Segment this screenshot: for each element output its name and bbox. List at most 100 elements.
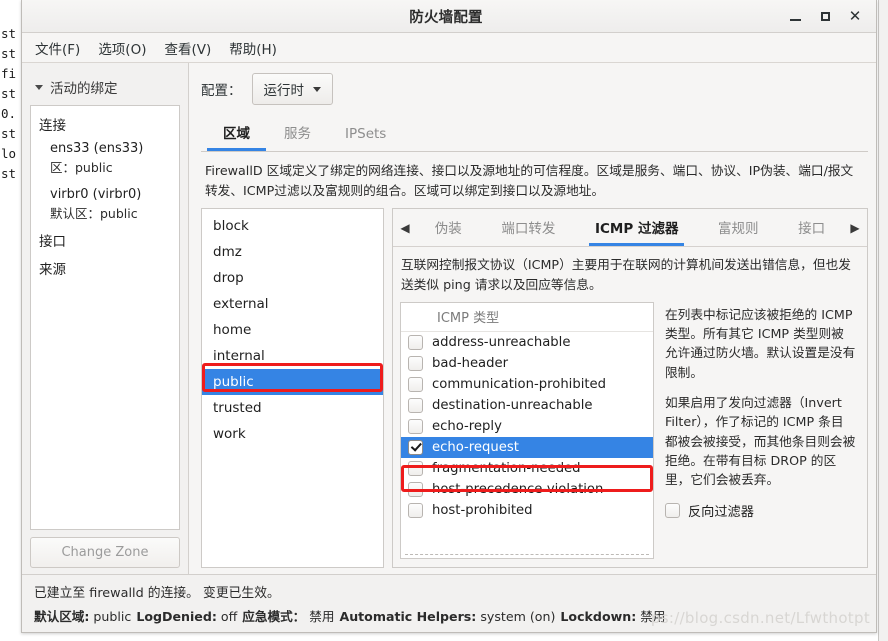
chevron-left-icon[interactable]: ◀	[395, 211, 415, 245]
tab-services[interactable]: 服务	[268, 115, 327, 151]
icmp-rows: address-unreachable bad-header communicati…	[401, 332, 653, 554]
binding-item-virbr0[interactable]: virbr0 (virbr0) 默认区：public	[39, 187, 171, 222]
active-bindings-pane: 活动的绑定 连接 ens33 (ens33) 区：public virbr0 (…	[22, 63, 189, 574]
icmp-type-row[interactable]: bad-header	[401, 353, 653, 374]
status-field-label: 应急模式：	[242, 609, 306, 624]
status-field-value: off	[216, 609, 238, 624]
active-bindings-title: 活动的绑定	[50, 81, 118, 97]
zone-item-internal[interactable]: internal	[202, 343, 383, 369]
menubar: 文件(F) 选项(O) 查看(V) 帮助(H)	[22, 33, 876, 63]
statusbar: 已建立至 firewalld 的连接。 变更已生效。 默认区域: public L…	[22, 574, 876, 632]
background-text-line: st	[1, 126, 17, 141]
zone-settings-panel: ◀ 伪装 端口转发 ICMP 过滤器 富规则 接口 ▶ 互联网控制报文协议（ICMP）主…	[392, 208, 868, 568]
zone-list[interactable]: block dmz drop external home internal public tr…	[201, 208, 384, 568]
status-fields: 默认区域: public LogDenied: off 应急模式： 禁用 Automa…	[32, 605, 866, 626]
binding-zone: 区：public	[50, 160, 113, 175]
icmp-help-paragraph-2: 如果启用了发向过滤器（Invert Filter），作了标记的 ICMP 条目都…	[665, 394, 856, 488]
zone-item-public[interactable]: public	[202, 369, 383, 396]
zone-item-home[interactable]: home	[202, 317, 383, 343]
change-zone-button[interactable]: Change Zone	[30, 537, 180, 568]
status-field-label: Automatic Helpers:	[339, 609, 477, 624]
icmp-type-label: host-prohibited	[432, 502, 533, 518]
status-field-value: public	[89, 609, 132, 624]
icmp-type-row[interactable]: communication-prohibited	[401, 374, 653, 395]
icmp-help-pane: 在列表中标记应该被拒绝的 ICMP 类型。所有其它 ICMP 类型则被允许通过防…	[663, 302, 860, 559]
menu-view[interactable]: 查看(V)	[155, 34, 220, 62]
active-bindings-header[interactable]: 活动的绑定	[30, 71, 180, 105]
icmp-type-list[interactable]: ICMP 类型 address-unreachable bad-header com…	[400, 301, 654, 559]
zone-item-external[interactable]: external	[202, 291, 383, 317]
icmp-checkbox-host-precedence-violation[interactable]	[408, 481, 423, 497]
bindings-group-interfaces: 接口	[39, 234, 66, 250]
configuration-select[interactable]: 运行时	[251, 73, 333, 105]
bindings-list[interactable]: 连接 ens33 (ens33) 区：public virbr0 (virbr0…	[30, 105, 180, 530]
status-field-label: LogDenied:	[136, 609, 217, 624]
zone-tab-接口[interactable]: 接口	[792, 209, 831, 246]
tab-zones[interactable]: 区域	[207, 115, 266, 151]
zone-item-trusted[interactable]: trusted	[202, 395, 383, 421]
status-field-label: Lockdown:	[560, 609, 637, 624]
icmp-help-paragraph-1: 在列表中标记应该被拒绝的 ICMP 类型。所有其它 ICMP 类型则被允许通过防…	[665, 306, 856, 380]
icmp-type-label: communication-prohibited	[432, 376, 607, 392]
icmp-type-row[interactable]: address-unreachable	[401, 332, 653, 353]
status-field-value: 禁用	[305, 609, 335, 624]
icmp-checkbox-destination-unreachable[interactable]	[408, 397, 423, 413]
maximize-icon[interactable]	[810, 3, 840, 29]
invert-filter-checkbox[interactable]	[665, 503, 680, 519]
status-field: 默认区域: public	[34, 606, 131, 625]
zone-tab-富规则[interactable]: 富规则	[712, 209, 765, 246]
icmp-type-label: destination-unreachable	[432, 397, 593, 413]
zone-item-work[interactable]: work	[202, 421, 383, 447]
invert-filter-row[interactable]: 反向过滤器	[665, 501, 856, 520]
invert-filter-label: 反向过滤器	[688, 505, 754, 521]
binding-item-ens33[interactable]: ens33 (ens33) 区：public	[39, 141, 171, 176]
firewall-config-window: 防火墙配置 ✕ 文件(F) 选项(O) 查看(V) 帮助(H) 活动的绑定 连接…	[21, 0, 877, 633]
minimize-icon[interactable]	[780, 3, 810, 29]
close-icon[interactable]: ✕	[840, 3, 870, 29]
zone-tab-ICMP 过滤器[interactable]: ICMP 过滤器	[588, 209, 685, 247]
zone-description: FirewallD 区域定义了绑定的网络连接、接口以及源地址的可信程度。区域是服…	[205, 163, 854, 198]
icmp-type-label: echo-request	[432, 439, 519, 455]
icmp-checkbox-bad-header[interactable]	[408, 355, 423, 371]
icmp-type-row[interactable]: host-precedence-violation	[401, 479, 653, 500]
icmp-checkbox-echo-request[interactable]	[408, 439, 423, 455]
icmp-type-row[interactable]: destination-unreachable	[401, 395, 653, 416]
status-field: Automatic Helpers: system (on)	[339, 609, 555, 624]
icmp-checkbox-address-unreachable[interactable]	[408, 334, 423, 350]
menu-help[interactable]: 帮助(H)	[220, 34, 286, 62]
chevron-right-icon[interactable]: ▶	[845, 211, 865, 245]
zone-tab-伪装[interactable]: 伪装	[429, 209, 468, 246]
icmp-type-row[interactable]: echo-request	[401, 436, 653, 458]
background-text-line: st	[1, 86, 17, 101]
icmp-type-row[interactable]: fragmentation-needed	[401, 458, 653, 479]
icmp-checkbox-fragmentation-needed[interactable]	[408, 460, 423, 476]
zone-item-drop[interactable]: drop	[202, 265, 383, 291]
menu-options[interactable]: 选项(O)	[89, 34, 155, 62]
connection-status-message: 已建立至 firewalld 的连接。 变更已生效。	[34, 586, 280, 601]
icmp-type-row[interactable]: host-prohibited	[401, 500, 653, 521]
status-field: Lockdown: 禁用	[560, 606, 665, 625]
menu-file[interactable]: 文件(F)	[26, 34, 89, 62]
icmp-checkbox-echo-reply[interactable]	[408, 418, 423, 434]
icmp-type-label: bad-header	[432, 355, 509, 371]
icmp-type-row[interactable]: echo-reply	[401, 416, 653, 437]
window-title: 防火墙配置	[409, 9, 483, 26]
icmp-type-label: host-precedence-violation	[432, 481, 604, 497]
list-bottom-divider	[405, 554, 649, 558]
bindings-group-connections: 连接	[39, 118, 66, 134]
icmp-description: 互联网控制报文协议（ICMP）主要用于在联网的计算机间发送出错信息，但也发送类似…	[401, 257, 851, 293]
binding-name: ens33 (ens33)	[50, 141, 144, 156]
icmp-checkbox-host-prohibited[interactable]	[408, 502, 423, 518]
zone-tab-端口转发[interactable]: 端口转发	[495, 209, 561, 246]
background-text-line: st	[1, 46, 17, 61]
binding-zone: 默认区：public	[50, 206, 138, 221]
icmp-checkbox-communication-prohibited[interactable]	[408, 376, 423, 392]
icmp-type-label: fragmentation-needed	[432, 460, 581, 476]
zone-item-dmz[interactable]: dmz	[202, 239, 383, 265]
tab-ipsets[interactable]: IPSets	[329, 119, 402, 151]
zone-settings-tabbar: ◀ 伪装 端口转发 ICMP 过滤器 富规则 接口 ▶	[393, 209, 867, 248]
zone-item-block[interactable]: block	[202, 213, 383, 239]
binding-name: virbr0 (virbr0)	[50, 187, 142, 202]
icmp-type-label: address-unreachable	[432, 334, 571, 350]
